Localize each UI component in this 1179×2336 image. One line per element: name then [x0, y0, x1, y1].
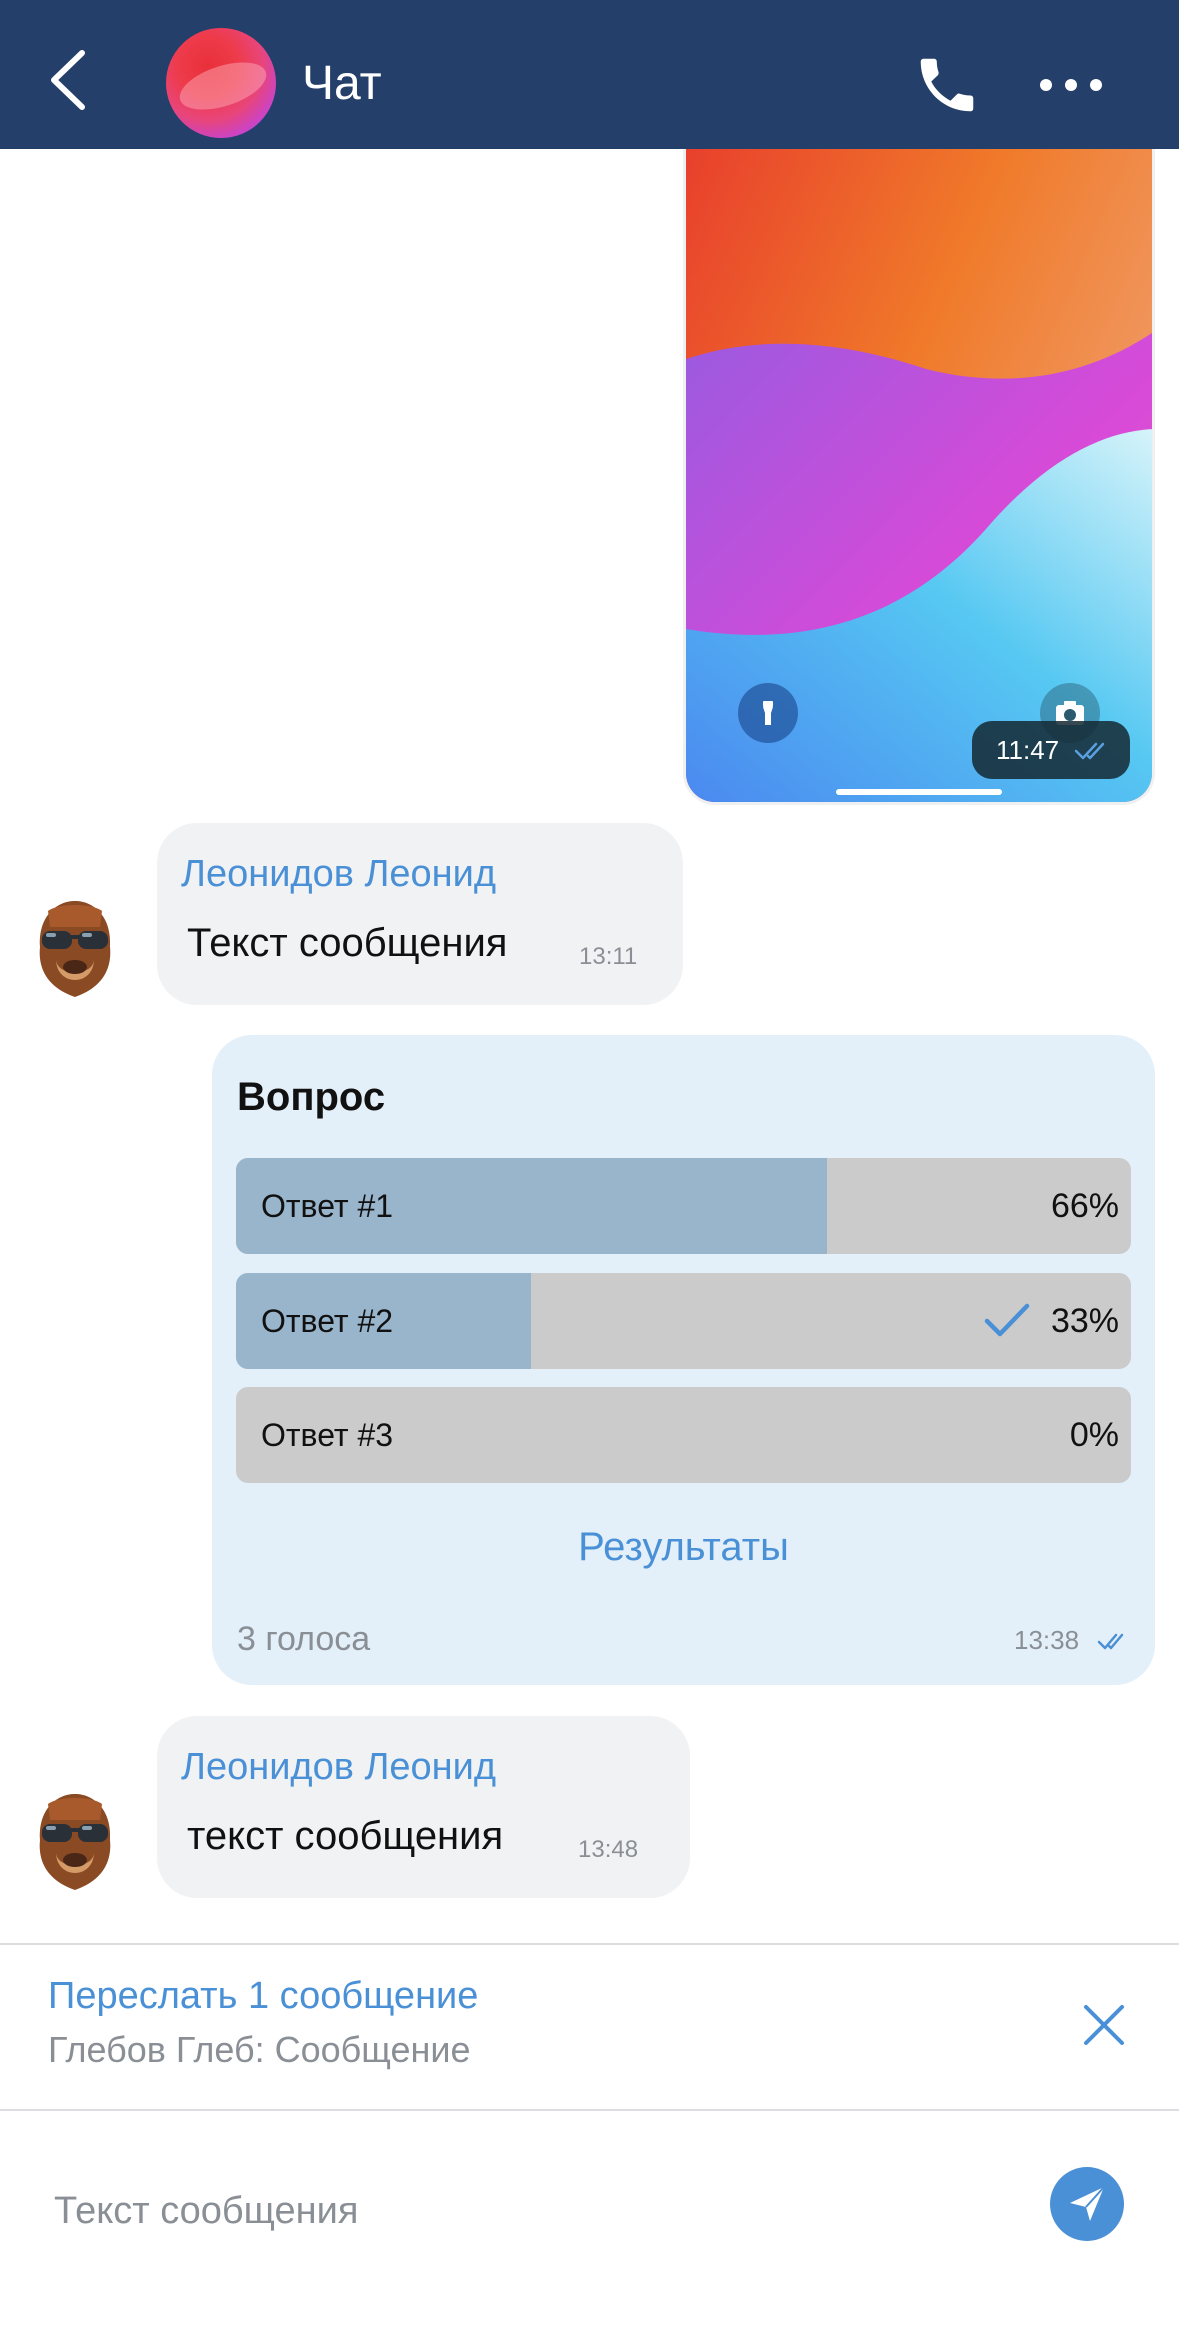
close-icon: [1084, 2005, 1124, 2045]
results-button[interactable]: Результаты: [212, 1525, 1155, 1570]
poll-option-label: Ответ #3: [261, 1417, 394, 1453]
poll-option-percent: 33%: [1050, 1302, 1119, 1340]
chat-avatar[interactable]: [166, 28, 276, 138]
poll-option-percent: 66%: [1050, 1187, 1119, 1225]
forward-preview: Глебов Глеб: Сообщение: [48, 2029, 471, 2070]
poll-option-label: Ответ #1: [261, 1188, 394, 1224]
send-button[interactable]: [1050, 2167, 1124, 2241]
flashlight-icon: [763, 701, 773, 725]
phone-icon: [920, 58, 974, 112]
forward-panel: Переслать 1 сообщение Глебов Глеб: Сообщ…: [0, 1943, 1179, 2109]
sender-name[interactable]: Леонидов Леонид: [181, 853, 496, 896]
poll-question: Вопрос: [237, 1075, 386, 1119]
message-time: 13:38: [1014, 1625, 1080, 1655]
double-check-icon: [1074, 742, 1105, 760]
chat-title[interactable]: Чат: [302, 54, 382, 114]
message-time: 13:48: [578, 1836, 639, 1863]
send-icon: [1070, 2186, 1105, 2221]
sender-avatar[interactable]: [34, 897, 116, 1001]
sender-avatar[interactable]: [34, 1790, 116, 1894]
poll-option[interactable]: Ответ #1 66%: [236, 1158, 1131, 1254]
more-button[interactable]: [1036, 60, 1106, 110]
message-bubble[interactable]: Леонидов Леонид Текст сообщения 13:11: [157, 823, 683, 1005]
poll-message: Вопрос Ответ #1 66% Ответ #2 33% Ответ #…: [212, 1035, 1155, 1685]
poll-option-percent: 0%: [1069, 1416, 1119, 1454]
back-button[interactable]: [40, 45, 100, 115]
forward-title: Переслать 1 сообщение: [48, 1975, 479, 2017]
votes-count: 3 голоса: [237, 1620, 371, 1658]
chat-header: Чат: [0, 0, 1179, 149]
close-forward-button[interactable]: [1080, 2001, 1128, 2049]
more-horizontal-icon: [1040, 79, 1102, 91]
flashlight-button[interactable]: [738, 683, 798, 743]
message-text: текст сообщения: [187, 1814, 504, 1858]
poll-option[interactable]: Ответ #2 33%: [236, 1273, 1131, 1369]
sender-name[interactable]: Леонидов Леонид: [181, 1746, 496, 1789]
message-bubble[interactable]: Леонидов Леонид текст сообщения 13:48: [157, 1716, 690, 1898]
poll-option-label: Ответ #2: [261, 1303, 394, 1339]
message-time: 13:11: [579, 943, 638, 970]
image-timestamp: 11:47: [972, 721, 1130, 779]
home-indicator: [836, 789, 1002, 795]
image-time: 11:47: [996, 735, 1060, 765]
call-button[interactable]: [912, 50, 982, 120]
message-text: Текст сообщения: [187, 921, 508, 965]
composer: [0, 2109, 1179, 2336]
poll-option[interactable]: Ответ #3 0%: [236, 1387, 1131, 1483]
chevron-left-icon: [51, 50, 85, 110]
check-icon: [984, 1303, 1030, 1337]
double-check-icon: [1097, 1633, 1124, 1650]
message-input[interactable]: [54, 2171, 1014, 2251]
